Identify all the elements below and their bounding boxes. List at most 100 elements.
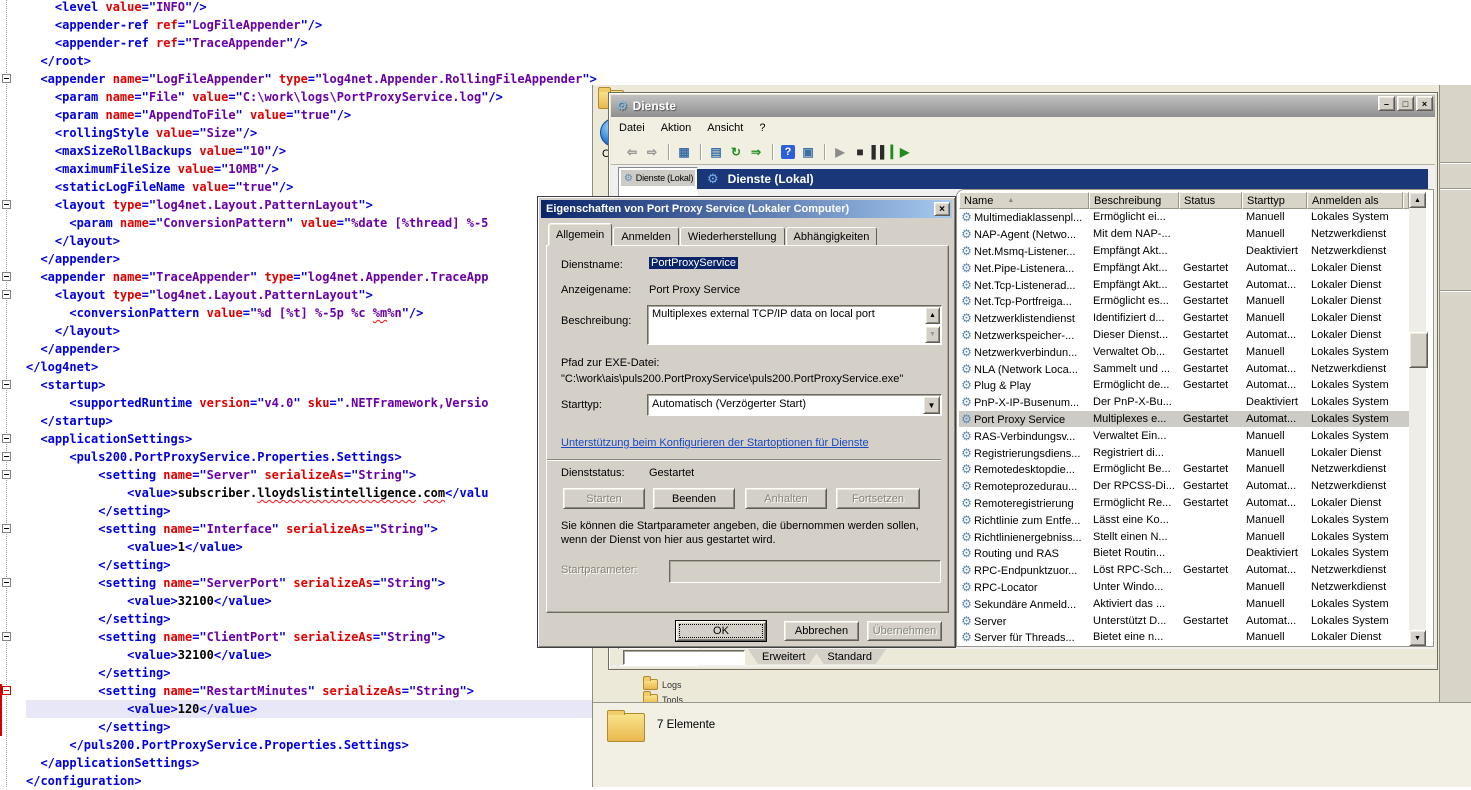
fold-marker[interactable]: [2, 470, 11, 479]
code-token: "/>: [286, 36, 308, 50]
scroll-down-button[interactable]: ▼: [1409, 630, 1426, 646]
tab-anmelden[interactable]: Anmelden: [613, 227, 679, 246]
starttyp-combobox[interactable]: Automatisch (Verzögerter Start) ▼: [647, 394, 942, 416]
dienstname-value[interactable]: PortProxyService: [649, 257, 738, 269]
fold-marker[interactable]: [2, 632, 11, 641]
tab-wiederherstellung[interactable]: Wiederherstellung: [680, 227, 785, 246]
export-list-icon[interactable]: ⇒: [747, 143, 765, 161]
scroll-up-button[interactable]: ▲: [1409, 192, 1426, 208]
column-header-name[interactable]: Name▲: [959, 192, 1089, 209]
service-row[interactable]: ⚙Net.Tcp-Listenerad...Empfängt Akt...Ges…: [959, 276, 1409, 293]
fold-marker[interactable]: [2, 74, 11, 83]
service-row[interactable]: ⚙NAP-Agent (Netwo...Mit dem NAP-...Manue…: [959, 226, 1409, 243]
service-row[interactable]: ⚙Remoteprozedurau...Der RPCSS-Di...Gesta…: [959, 478, 1409, 495]
service-row[interactable]: ⚙ServerUnterstützt D...GestartetAutomat.…: [959, 612, 1409, 629]
service-row[interactable]: ⚙Multimediaklassenpl...Ermöglicht ei...M…: [959, 209, 1409, 226]
fold-marker[interactable]: [2, 452, 11, 461]
scroll-up-icon[interactable]: ▲: [925, 307, 940, 324]
ok-button[interactable]: OK: [676, 621, 766, 641]
forward-icon[interactable]: ⇨: [643, 143, 661, 161]
editor-gutter[interactable]: [0, 0, 24, 787]
pause-service-icon[interactable]: ▌▌: [871, 143, 889, 161]
service-row[interactable]: ⚙NetzwerklistendienstIdentifiziert d...G…: [959, 310, 1409, 327]
beschreibung-scrollbar[interactable]: ▲ ▼: [925, 307, 940, 343]
menu-item-ansicht[interactable]: Ansicht: [699, 120, 751, 136]
start-service-icon[interactable]: ▶: [831, 143, 849, 161]
apply-button[interactable]: Übernehmen: [867, 621, 942, 641]
console-tree-icon[interactable]: ▦: [675, 143, 693, 161]
maximize-button[interactable]: □: [1397, 96, 1414, 111]
startoptions-help-link[interactable]: Unterstützung beim Konfigurieren der Sta…: [561, 437, 869, 449]
service-row[interactable]: ⚙Net.Tcp-Portfreiga...Ermöglicht es...Ge…: [959, 293, 1409, 310]
service-row[interactable]: ⚙Sekundäre Anmeld...Aktiviert das ...Man…: [959, 595, 1409, 612]
chevron-down-icon[interactable]: ▼: [923, 396, 940, 414]
anhalten-button[interactable]: Anhalten: [745, 488, 827, 509]
service-row[interactable]: ⚙Routing und RASBietet Routin...Deaktivi…: [959, 545, 1409, 562]
fold-marker[interactable]: [2, 290, 11, 299]
service-row[interactable]: ⚙RAS-Verbindungsv...Verwaltet Ein...Manu…: [959, 427, 1409, 444]
startparameter-input[interactable]: [669, 560, 941, 583]
cancel-button[interactable]: Abbrechen: [784, 621, 859, 641]
view-tab-erweitert[interactable]: Erweitert: [748, 649, 819, 664]
service-row[interactable]: ⚙Richtlinienergebniss...Stellt einen N..…: [959, 528, 1409, 545]
services-window-titlebar[interactable]: ⚙ Dienste: [611, 95, 1435, 117]
fortsetzen-button[interactable]: Fortsetzen: [836, 488, 920, 509]
service-row[interactable]: ⚙PnP-X-IP-Busenum...Der PnP-X-Bu...Deakt…: [959, 394, 1409, 411]
scrollbar-thumb[interactable]: [1409, 332, 1428, 368]
refresh-icon[interactable]: ↻: [727, 143, 745, 161]
minimize-button[interactable]: –: [1378, 96, 1395, 111]
tab-abhangigkeiten[interactable]: Abhängigkeiten: [786, 227, 878, 246]
service-row[interactable]: ⚙RPC-Endpunktzuor...Löst RPC-Sch...Gesta…: [959, 562, 1409, 579]
service-row[interactable]: ⚙Registrierungsdiens...Registriert di...…: [959, 444, 1409, 461]
window-icon[interactable]: ▣: [799, 143, 817, 161]
beschreibung-textbox[interactable]: Multiplexes external TCP/IP data on loca…: [647, 305, 942, 345]
fold-marker[interactable]: [2, 380, 11, 389]
close-icon[interactable]: ×: [934, 202, 950, 216]
fold-marker[interactable]: [2, 578, 11, 587]
menu-item-aktion[interactable]: Aktion: [653, 120, 700, 136]
menu-item-datei[interactable]: Datei: [611, 120, 653, 136]
service-row[interactable]: ⚙Richtlinie zum Entfe...Lässt eine Ko...…: [959, 511, 1409, 528]
service-row[interactable]: ⚙Netzwerkspeicher-...Dieser Dienst...Ges…: [959, 327, 1409, 344]
service-row[interactable]: ⚙Server für Threads...Bietet eine n...Ma…: [959, 629, 1409, 646]
fold-marker[interactable]: [2, 272, 11, 281]
back-icon[interactable]: ⇦: [623, 143, 641, 161]
view-tab-standard[interactable]: Standard: [813, 649, 886, 664]
service-row[interactable]: ⚙RPC-LocatorUnter Windo...ManuellNetzwer…: [959, 579, 1409, 596]
properties-icon[interactable]: ▤: [707, 143, 725, 161]
service-row[interactable]: ⚙NLA (Network Loca...Sammelt und ...Gest…: [959, 360, 1409, 377]
code-token: ">: [460, 684, 474, 698]
tab-allgemein[interactable]: Allgemein: [548, 223, 612, 246]
fold-marker[interactable]: [2, 434, 11, 443]
fold-marker[interactable]: [2, 524, 11, 533]
explorer-tree-item[interactable]: Logs: [643, 678, 682, 691]
starten-button[interactable]: Starten: [563, 488, 645, 509]
service-row[interactable]: ⚙Net.Msmq-Listener...Empfängt Akt...Deak…: [959, 243, 1409, 260]
column-header-status[interactable]: Status: [1179, 192, 1242, 209]
service-name-cell: ⚙Routing und RAS: [959, 546, 1089, 560]
divider: [547, 459, 941, 461]
close-button[interactable]: ×: [1416, 96, 1433, 111]
service-row[interactable]: ⚙Net.Pipe-Listenera...Empfängt Akt...Ges…: [959, 259, 1409, 276]
column-header-starttyp[interactable]: Starttyp: [1242, 192, 1307, 209]
tree-item-dienste-lokal[interactable]: ⚙ Dienste (Lokal): [621, 170, 695, 186]
service-row[interactable]: ⚙RemoteregistrierungErmöglicht Re...Gest…: [959, 495, 1409, 512]
stop-service-icon[interactable]: ■: [851, 143, 869, 161]
beenden-button[interactable]: Beenden: [653, 488, 735, 509]
vertical-scrollbar[interactable]: ▲ ▼: [1409, 192, 1426, 646]
help-icon[interactable]: ?: [781, 145, 795, 159]
column-header-anmelden-als[interactable]: Anmelden als: [1307, 192, 1403, 209]
changed-fold-marker[interactable]: [2, 686, 11, 695]
bottom-text-box[interactable]: [623, 650, 745, 665]
scroll-down-icon[interactable]: ▼: [925, 326, 940, 343]
dialog-titlebar[interactable]: Eigenschaften von Port Proxy Service (Lo…: [541, 200, 952, 218]
service-row[interactable]: ⚙Port Proxy ServiceMultiplexes e...Gesta…: [959, 411, 1409, 428]
menu-item-?[interactable]: ?: [751, 120, 773, 136]
column-header-beschreibung[interactable]: Beschreibung: [1089, 192, 1179, 209]
restart-service-icon[interactable]: ▎▶: [891, 143, 909, 161]
service-row[interactable]: ⚙Netzwerkverbindun...Verwaltet Ob...Gest…: [959, 343, 1409, 360]
code-token: %m: [373, 306, 387, 320]
service-row[interactable]: ⚙Remotedesktopdie...Ermöglicht Be...Gest…: [959, 461, 1409, 478]
service-row[interactable]: ⚙Plug & PlayErmöglicht de...GestartetAut…: [959, 377, 1409, 394]
fold-marker[interactable]: [2, 200, 11, 209]
